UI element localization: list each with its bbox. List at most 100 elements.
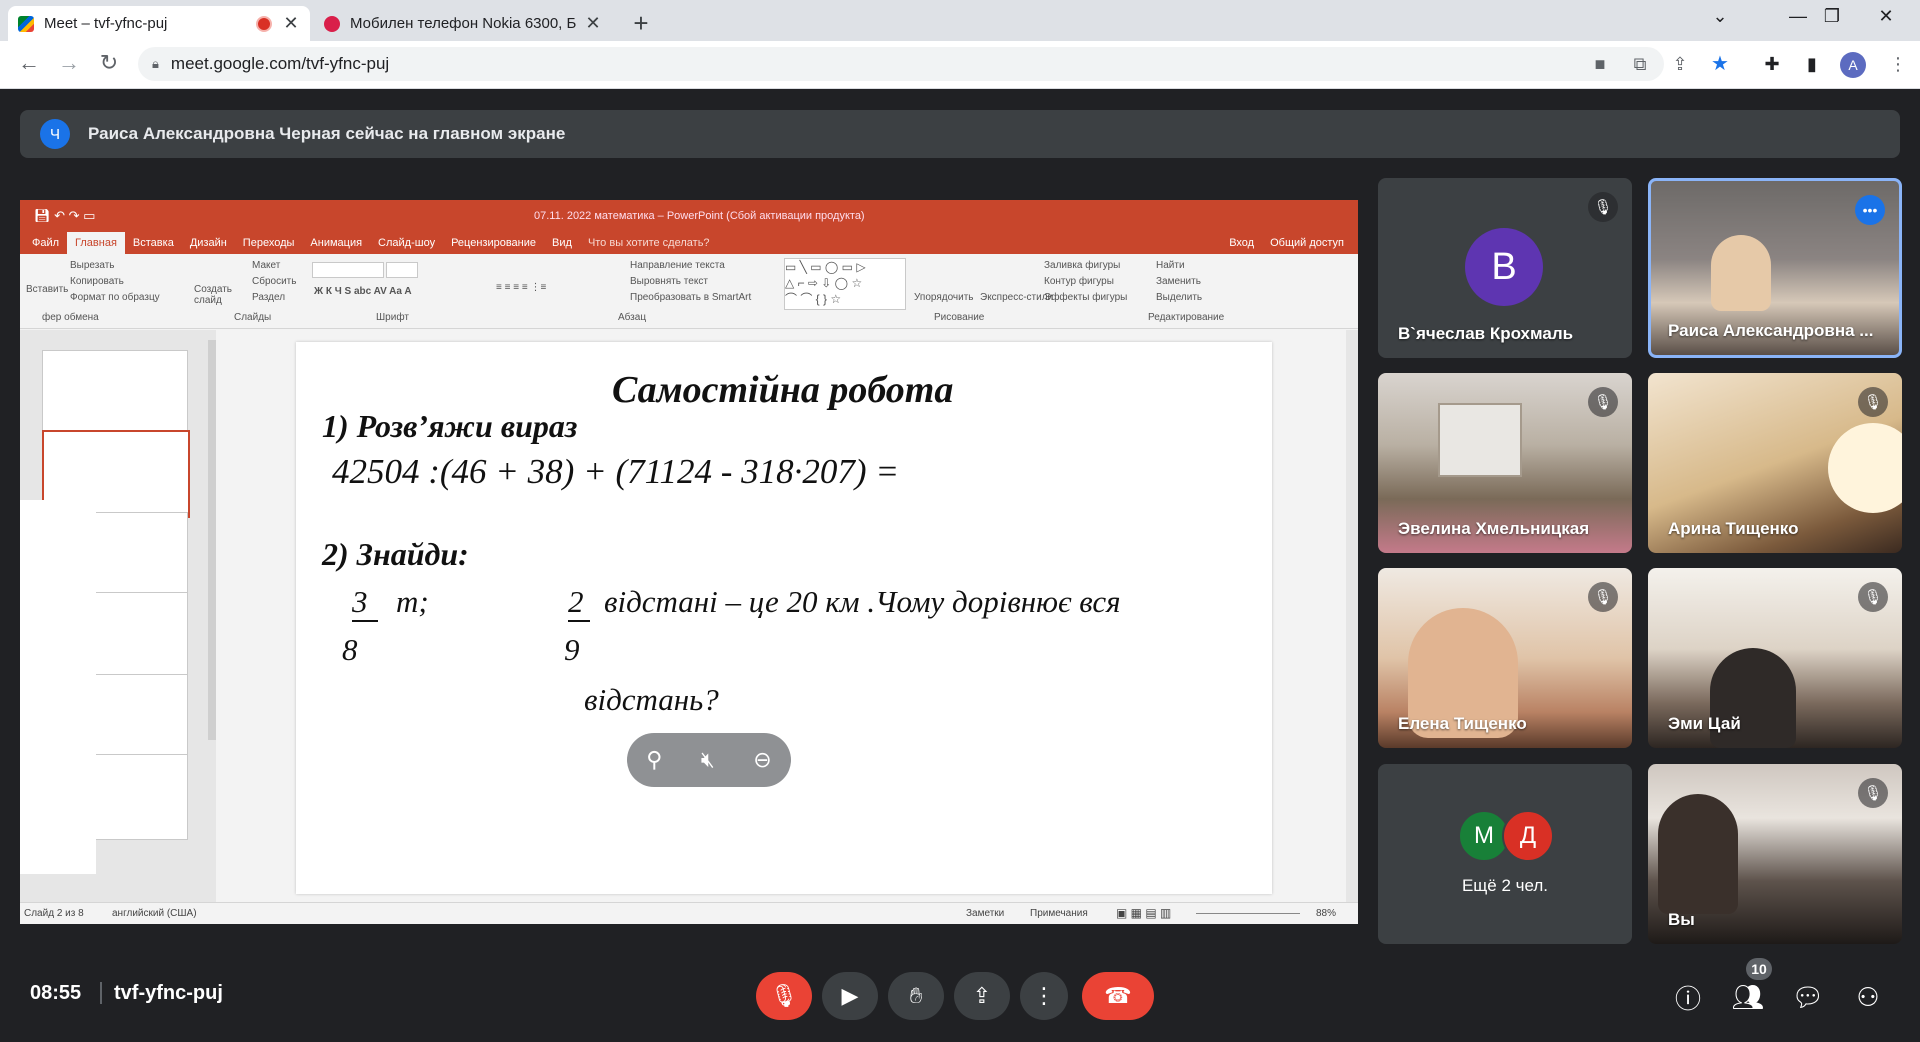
clipboard-group-label: фер обмена	[42, 312, 99, 323]
presenter-banner-text: Раиса Александровна Черная сейчас на гла…	[88, 124, 566, 143]
raise-hand-button[interactable]: ✋︎	[888, 972, 944, 1020]
participant-tile[interactable]: 🎙︎ Арина Тищенко	[1648, 373, 1902, 553]
participant-name: В`ячеслав Крохмаль	[1398, 324, 1574, 343]
camera-icon[interactable]: ■	[1588, 52, 1612, 76]
status-slide-count: Слайд 2 из 8	[24, 908, 84, 919]
participant-name: Эми Цай	[1668, 714, 1741, 733]
participant-name: Эвелина Хмельницкая	[1398, 519, 1590, 538]
ribbon-login: Вход	[1229, 237, 1255, 249]
present-button[interactable]: ⇪	[954, 972, 1010, 1020]
lock-icon: 🔒︎	[152, 56, 159, 71]
status-language: английский (США)	[112, 908, 197, 919]
fraction2-end: відстань?	[584, 682, 719, 717]
restore-icon[interactable]: ❐	[1817, 6, 1847, 27]
info-icon[interactable]: ⓘ	[1668, 977, 1708, 1017]
mic-off-icon: 🎙︎	[1858, 778, 1888, 808]
shared-screen-artifact	[20, 500, 96, 874]
chat-icon[interactable]: 💬︎	[1788, 977, 1828, 1017]
shape-effects-label: Эффекты фигуры	[1044, 292, 1128, 303]
close-icon[interactable]: ✕	[282, 13, 300, 34]
participant-tile-others[interactable]: М Д Ещё 2 чел.	[1378, 764, 1632, 944]
arrange-label: Упорядочить	[914, 292, 974, 303]
participant-tile-presenter[interactable]: ••• Раиса Александровна ...	[1648, 178, 1902, 358]
ribbon-tab-transitions: Переходы	[242, 237, 295, 249]
share-icon[interactable]: ⇪	[1668, 52, 1692, 76]
ribbon-tell-me: Что вы хотите сделать?	[587, 237, 710, 249]
bookmark-star-icon[interactable]: ★	[1708, 52, 1732, 76]
shape-fill-label: Заливка фигуры	[1044, 260, 1121, 271]
slide-thumbnail	[42, 350, 188, 436]
shape-outline-label: Контур фигуры	[1044, 276, 1114, 287]
participant-tile[interactable]: В 🎙︎ В`ячеслав Крохмаль	[1378, 178, 1632, 358]
recording-icon	[256, 15, 272, 32]
participant-tile-self[interactable]: 🎙︎ Вы	[1648, 764, 1902, 944]
ribbon-tab-review: Рецензирование	[451, 237, 537, 249]
powerpoint-titlebar: 💾︎ ↶ ↷ ▭ 07.11. 2022 математика – PowerP…	[20, 200, 1358, 232]
hand-icon: ✋︎	[909, 983, 923, 1008]
smartart-label: Преобразовать в SmartArt	[630, 292, 752, 303]
slide-task1: 1) Розв’яжи вираз	[322, 408, 578, 444]
close-icon[interactable]: ✕	[584, 13, 602, 34]
open-external-icon[interactable]: ⧉	[1628, 52, 1652, 76]
back-icon[interactable]: ←	[14, 50, 44, 76]
mic-off-icon: 🎙︎	[1858, 582, 1888, 612]
new-slide-label: Создать слайд	[194, 284, 233, 306]
more-options-button[interactable]: ⋮	[1020, 972, 1068, 1020]
tab-meet[interactable]: Meet – tvf-yfnc-puj ✕	[8, 6, 310, 41]
fraction1-unit: т;	[396, 584, 429, 619]
slide-task2: 2) Знайди:	[322, 536, 469, 572]
minimize-icon[interactable]: —	[1783, 6, 1813, 27]
format-painter-label: Формат по образцу	[70, 292, 160, 303]
new-tab-icon[interactable]: +	[626, 8, 656, 39]
video-feed-person	[1711, 235, 1771, 311]
window-close-icon[interactable]: ✕	[1871, 6, 1901, 27]
shared-screen: 💾︎ ↶ ↷ ▭ 07.11. 2022 математика – PowerP…	[20, 200, 1358, 924]
ribbon-tab-animation: Анимация	[310, 237, 363, 249]
meet-favicon-icon	[18, 15, 34, 32]
fraction2-text: відстані – це 20 км .Чому дорівнює вся	[604, 584, 1121, 619]
more-options-icon[interactable]: •••	[1855, 195, 1885, 225]
participant-count-badge: 10	[1746, 958, 1772, 980]
side-panel-icon[interactable]: ▮	[1800, 52, 1824, 76]
extensions-icon[interactable]: ✚	[1760, 52, 1784, 76]
end-call-button[interactable]: ☎︎	[1082, 972, 1154, 1020]
menu-dots-icon[interactable]: ⋮	[1886, 52, 1910, 76]
remove-icon[interactable]: ⊖	[753, 747, 771, 773]
ribbon-tab-slideshow: Слайд-шоу	[378, 237, 436, 249]
tab-search-icon[interactable]: ⌄	[1705, 6, 1735, 27]
phone-hangup-icon: ☎︎	[1104, 983, 1132, 1008]
ribbon-tab-view: Вид	[552, 237, 572, 249]
camera-toggle-button[interactable]: ▶︎	[822, 972, 878, 1020]
participant-tile[interactable]: 🎙︎ Елена Тищенко	[1378, 568, 1632, 748]
editing-group-label: Редактирование	[1148, 312, 1225, 323]
fraction2-numerator: 2	[568, 584, 590, 622]
address-bar[interactable]: 🔒︎ meet.google.com/tvf-yfnc-puj	[138, 47, 1664, 81]
tab-title: Мобилен телефон Nokia 6300, Б	[350, 15, 577, 32]
video-feed-shelf	[1438, 403, 1522, 477]
ribbon-tab-file: Файл	[32, 237, 60, 249]
ribbon-tab-design: Дизайн	[189, 237, 227, 249]
forward-icon[interactable]: →	[54, 50, 84, 76]
participant-tile[interactable]: 🎙︎ Эми Цай	[1648, 568, 1902, 748]
section-label: Раздел	[252, 292, 286, 303]
pin-off-icon[interactable]: ⚲	[646, 747, 662, 773]
participant-tile[interactable]: 🎙︎ Эвелина Хмельницкая	[1378, 373, 1632, 553]
font-format-icon: Ж К Ч S abc AV Aa A	[314, 286, 412, 297]
slide-canvas: Самостійна робота 1) Розв’яжи вираз 4250…	[296, 342, 1272, 894]
quick-styles-label: Экспресс-стили	[980, 292, 1054, 303]
mic-toggle-button[interactable]: 🎙︎	[756, 972, 812, 1020]
reload-icon[interactable]: ↻	[94, 50, 124, 76]
divider	[100, 982, 102, 1004]
screen-share-overlay-controls[interactable]: ⚲ 🔇︎ ⊖	[627, 733, 791, 787]
mute-speaker-icon[interactable]: 🔇︎	[701, 747, 715, 773]
people-icon[interactable]: 👥︎	[1728, 977, 1768, 1017]
tab-nokia[interactable]: Мобилен телефон Nokia 6300, Б ✕	[314, 6, 612, 41]
more-vert-icon: ⋮	[1033, 983, 1055, 1008]
mic-off-icon: 🎙︎	[770, 983, 798, 1008]
meeting-code: tvf-yfnc-puj	[114, 982, 223, 1004]
paste-label: Вставить	[26, 284, 69, 295]
presenter-banner: Ч Раиса Александровна Черная сейчас на г…	[20, 110, 1900, 158]
participant-name: Елена Тищенко	[1398, 714, 1527, 733]
activities-icon[interactable]: ⚇	[1848, 977, 1888, 1017]
profile-avatar[interactable]: A	[1840, 52, 1866, 78]
